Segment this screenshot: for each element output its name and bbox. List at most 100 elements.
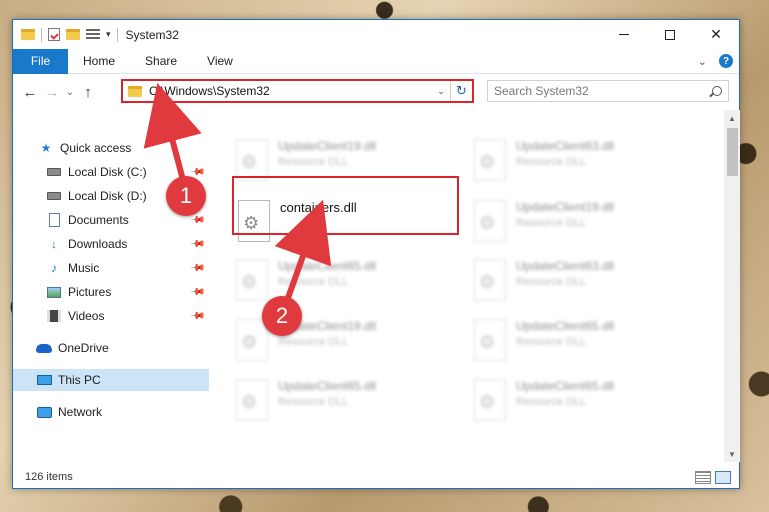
dll-file-icon	[474, 139, 506, 181]
toolbar-separator	[116, 27, 118, 42]
help-icon[interactable]: ?	[719, 54, 733, 68]
file-name: UpdateClient65.dll	[516, 319, 615, 333]
maximize-icon	[665, 29, 675, 40]
file-name: UpdateClient19.dll	[278, 139, 377, 153]
scrollbar-thumb[interactable]	[727, 128, 738, 176]
sidebar-item-label: Downloads	[68, 237, 128, 251]
search-box[interactable]	[487, 80, 729, 102]
scroll-down-arrow-icon[interactable]: ▼	[724, 446, 740, 462]
properties-icon[interactable]	[48, 28, 60, 41]
file-type: Resource DLL	[516, 396, 587, 408]
file-item[interactable]: UpdateClient65.dll Resource DLL	[236, 377, 456, 429]
dll-file-icon	[474, 319, 506, 361]
sidebar-item-onedrive[interactable]: OneDrive	[13, 337, 209, 359]
file-name: UpdateClient19.dll	[516, 200, 615, 214]
file-name: UpdateClient63.dll	[516, 259, 615, 273]
network-icon	[36, 405, 52, 419]
file-name: UpdateClient65.dll	[278, 379, 377, 393]
file-name: UpdateClient63.dll	[516, 139, 615, 153]
videos-icon	[46, 309, 62, 323]
pin-icon[interactable]: 📌	[188, 308, 205, 325]
sidebar-item-network[interactable]: Network	[13, 401, 209, 423]
drive-icon	[46, 165, 62, 179]
tab-file[interactable]: File	[13, 48, 68, 74]
vertical-scrollbar[interactable]: ▲ ▼	[724, 110, 740, 462]
sidebar-item-videos[interactable]: Videos 📌	[13, 305, 209, 327]
pin-icon[interactable]: 📌	[188, 284, 205, 301]
minimize-icon	[619, 34, 629, 35]
file-item[interactable]: UpdateClient19.dll Resource DLL	[474, 198, 694, 250]
tab-view[interactable]: View	[192, 54, 248, 68]
dll-file-icon	[474, 200, 506, 242]
minimize-button[interactable]	[601, 20, 647, 49]
file-type: Resource DLL	[278, 156, 349, 168]
tab-share[interactable]: Share	[130, 54, 192, 68]
folder-icon	[128, 85, 142, 97]
dll-file-icon	[236, 319, 268, 361]
maximize-button[interactable]	[647, 20, 693, 49]
expand-ribbon-chevron-icon[interactable]: ⌄	[698, 55, 707, 68]
drive-icon	[46, 189, 62, 203]
search-icon[interactable]	[712, 86, 722, 96]
sidebar-item-label: Local Disk (C:)	[68, 165, 147, 179]
sidebar-item-pictures[interactable]: Pictures 📌	[13, 281, 209, 303]
sidebar-item-quick-access[interactable]: ★ Quick access	[13, 137, 209, 159]
refresh-icon[interactable]: ↻	[450, 81, 472, 101]
sidebar-item-label: Documents	[68, 213, 129, 227]
sidebar-item-downloads[interactable]: ↓ Downloads 📌	[13, 233, 209, 255]
tab-home[interactable]: Home	[68, 54, 130, 68]
file-item[interactable]: UpdateClient65.dll Resource DLL	[474, 317, 694, 369]
status-bar: 126 items	[13, 465, 739, 489]
close-button[interactable]: ✕	[693, 20, 739, 49]
address-dropdown-chevron-icon[interactable]: ⌄	[432, 86, 450, 97]
address-row: ← → ⌄ ↑ C:\Windows\System32 ⌄ ↻	[13, 74, 739, 110]
dll-file-icon	[236, 259, 268, 301]
step-2-badge: 2	[262, 296, 302, 336]
file-name: UpdateClient65.dll	[278, 259, 377, 273]
title-bar: ▾ System32 ✕	[13, 20, 739, 49]
file-item[interactable]: UpdateClient63.dll Resource DLL	[474, 257, 694, 309]
step-1-badge: 1	[166, 176, 206, 216]
sidebar-item-label: Local Disk (D:)	[68, 189, 147, 203]
close-icon: ✕	[710, 26, 722, 42]
file-item[interactable]: UpdateClient63.dll Resource DLL	[474, 137, 694, 189]
address-bar[interactable]: C:\Windows\System32 ⌄ ↻	[121, 79, 474, 103]
file-name: UpdateClient65.dll	[516, 379, 615, 393]
pictures-icon	[46, 285, 62, 299]
sidebar-item-this-pc[interactable]: This PC	[13, 369, 209, 391]
pin-icon[interactable]: 📌	[188, 260, 205, 277]
back-arrow-icon[interactable]: ←	[19, 84, 41, 101]
file-type: Resource DLL	[516, 336, 587, 348]
large-icons-view-icon[interactable]	[715, 470, 731, 484]
star-icon: ★	[40, 141, 52, 155]
dll-file-icon	[236, 139, 268, 181]
file-type: Resource DLL	[516, 217, 587, 229]
pin-icon[interactable]: 📌	[188, 236, 205, 253]
ribbon-tabs: File Home Share View ⌄ ?	[13, 48, 739, 74]
address-path[interactable]: C:\Windows\System32	[149, 84, 432, 98]
scroll-up-arrow-icon[interactable]: ▲	[724, 110, 740, 126]
sidebar-item-label: OneDrive	[58, 341, 109, 355]
music-icon: ♪	[51, 261, 57, 275]
download-icon: ↓	[51, 237, 57, 251]
dll-file-icon	[236, 379, 268, 421]
dll-file-icon	[474, 379, 506, 421]
recent-locations-chevron-icon[interactable]: ⌄	[63, 87, 77, 98]
up-arrow-icon[interactable]: ↑	[77, 84, 99, 101]
file-type: Resource DLL	[278, 396, 349, 408]
file-type: Resource DLL	[516, 276, 587, 288]
search-input[interactable]	[494, 84, 712, 98]
sidebar-item-music[interactable]: ♪ Music 📌	[13, 257, 209, 279]
documents-icon	[46, 213, 62, 227]
toolbar-separator	[41, 27, 42, 42]
view-options-icon[interactable]	[86, 28, 100, 41]
item-count: 126 items	[25, 471, 73, 483]
customize-toolbar-chevron-icon[interactable]: ▾	[106, 29, 111, 40]
sidebar-item-label: Quick access	[60, 141, 132, 155]
forward-arrow-icon[interactable]: →	[41, 84, 63, 101]
folder-icon[interactable]	[21, 29, 35, 40]
file-item[interactable]: UpdateClient65.dll Resource DLL	[474, 377, 694, 429]
file-type: Resource DLL	[278, 336, 349, 348]
new-folder-icon[interactable]	[66, 29, 80, 40]
details-view-icon[interactable]	[695, 470, 711, 484]
